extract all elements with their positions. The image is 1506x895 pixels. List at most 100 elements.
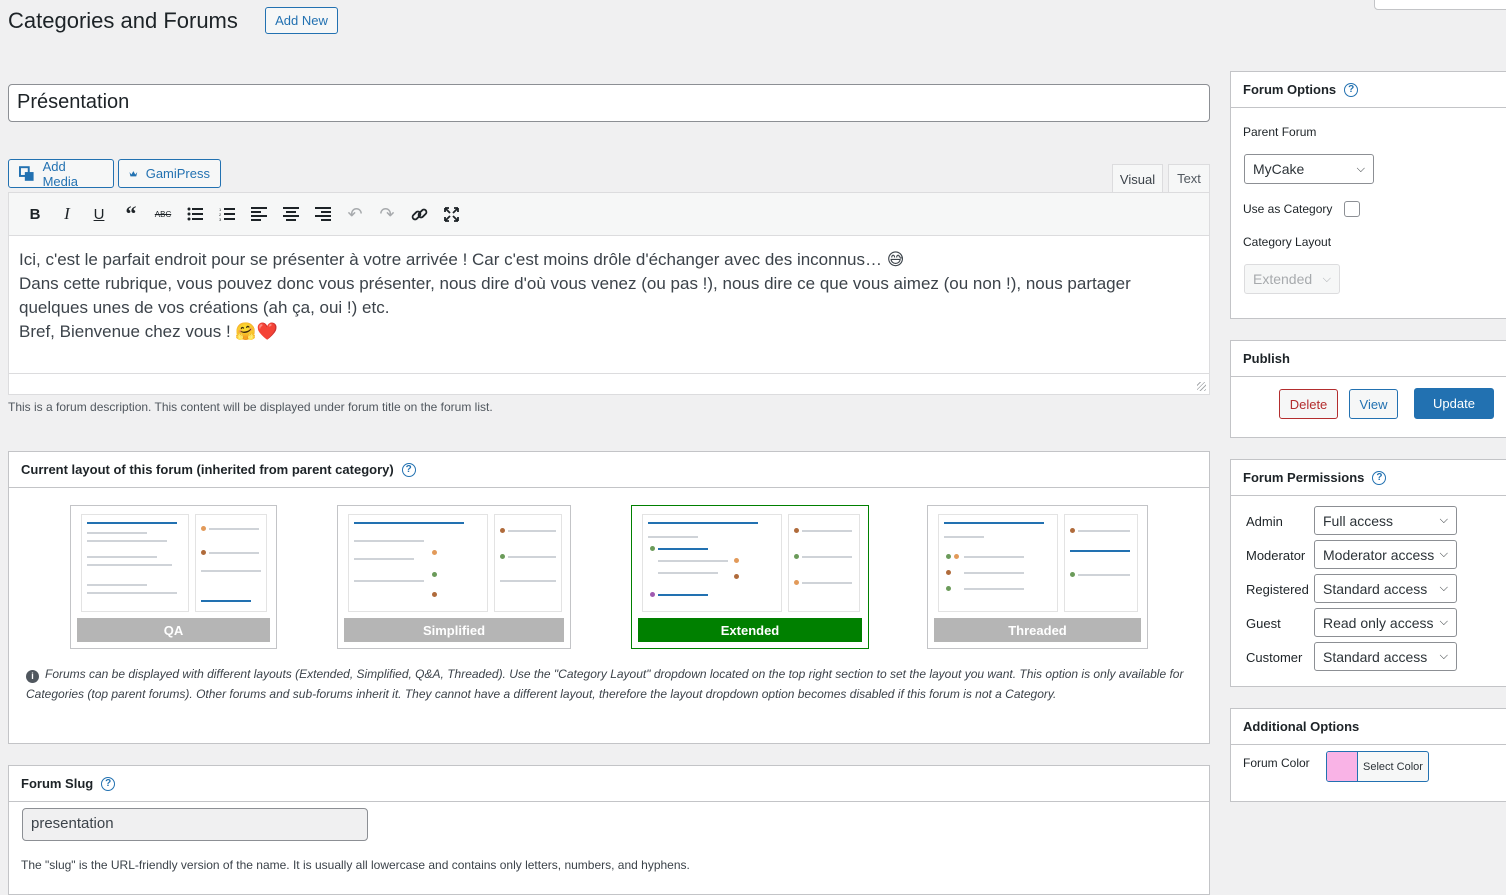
forum-title-input[interactable]: Présentation: [8, 84, 1210, 122]
layout-option-simplified[interactable]: Simplified: [337, 505, 571, 649]
publish-heading: Publish: [1243, 351, 1290, 366]
additional-options-header: Additional Options: [1231, 709, 1506, 745]
permission-select-customer[interactable]: Standard access ⌵: [1314, 642, 1457, 671]
forum-permissions-header: Forum Permissions ?: [1231, 460, 1506, 496]
category-layout-select[interactable]: Extended ⌵: [1244, 264, 1340, 294]
screen-options-button[interactable]: [1374, 0, 1506, 10]
layout-option-qa[interactable]: QA: [70, 505, 277, 649]
underline-icon[interactable]: U: [83, 198, 115, 230]
align-right-icon[interactable]: [307, 198, 339, 230]
chevron-down-icon: ⌵: [1439, 548, 1448, 560]
permission-select-guest[interactable]: Read only access ⌵: [1314, 608, 1457, 637]
layout-label: QA: [77, 618, 270, 642]
chevron-down-icon: ⌵: [1356, 162, 1365, 175]
slug-input[interactable]: presentation: [22, 808, 368, 841]
layout-panel-header: Current layout of this forum (inherited …: [9, 452, 1209, 488]
forum-description-help: This is a forum description. This conten…: [8, 400, 493, 414]
add-media-button[interactable]: Add Media: [8, 159, 114, 189]
additional-options-heading: Additional Options: [1243, 719, 1360, 734]
layout-option-extended[interactable]: Extended: [631, 505, 869, 649]
select-color-button[interactable]: Select Color: [1326, 751, 1429, 782]
use-as-category-label: Use as Category: [1243, 202, 1333, 216]
chevron-down-icon: ⌵: [1439, 616, 1448, 628]
permission-select-moderator[interactable]: Moderator access ⌵: [1314, 540, 1457, 569]
align-left-icon[interactable]: [243, 198, 275, 230]
forum-options-heading: Forum Options: [1243, 82, 1337, 97]
category-layout-label: Category Layout: [1243, 235, 1332, 249]
layout-thumbnail: [77, 510, 270, 618]
slug-panel: Forum Slug ? presentation The "slug" is …: [8, 765, 1210, 895]
slug-help: The "slug" is the URL-friendly version o…: [21, 858, 690, 872]
layout-heading: Current layout of this forum (inherited …: [21, 462, 394, 477]
svg-text:3: 3: [219, 217, 222, 221]
forum-color-label: Forum Color: [1243, 756, 1310, 770]
editor: B I U “ ABC 123 ↶ ↷ Ici, c'est le parfai…: [8, 192, 1210, 395]
help-icon[interactable]: ?: [101, 776, 116, 791]
layout-thumbnail: [638, 510, 862, 618]
crown-icon: [129, 170, 138, 176]
align-center-icon[interactable]: [275, 198, 307, 230]
layout-label: Extended: [638, 618, 862, 642]
undo-icon[interactable]: ↶: [339, 198, 371, 230]
parent-forum-label: Parent Forum: [1243, 125, 1317, 139]
help-icon[interactable]: ?: [401, 462, 416, 477]
permission-role-label: Guest: [1246, 616, 1281, 631]
permission-select-registered[interactable]: Standard access ⌵: [1314, 574, 1457, 603]
media-icon: [19, 165, 34, 181]
tab-text[interactable]: Text: [1168, 164, 1210, 193]
layout-thumbnail: [934, 510, 1141, 618]
layout-info-text: Forums can be displayed with different l…: [26, 667, 1184, 701]
add-new-button[interactable]: Add New: [265, 7, 338, 34]
editor-toolbar: B I U “ ABC 123 ↶ ↷: [9, 193, 1209, 236]
chevron-down-icon: ⌵: [1439, 514, 1448, 526]
help-icon[interactable]: ?: [1344, 82, 1359, 97]
layout-thumbnail: [344, 510, 564, 618]
use-as-category-checkbox[interactable]: [1344, 201, 1360, 217]
permission-role-label: Registered: [1246, 582, 1309, 597]
layout-option-threaded[interactable]: Threaded: [927, 505, 1148, 649]
redo-icon[interactable]: ↷: [371, 198, 403, 230]
forum-options-panel: Forum Options ? Parent Forum MyCake ⌵ Us…: [1230, 71, 1506, 319]
permission-value: Full access: [1323, 512, 1394, 529]
forum-permissions-panel: Forum Permissions ? Admin Full access ⌵ …: [1230, 459, 1506, 687]
editor-paragraph: Bref, Bienvenue chez vous ! 🤗❤️: [19, 322, 278, 341]
slug-panel-header: Forum Slug ?: [9, 766, 1209, 802]
italic-icon[interactable]: I: [51, 198, 83, 230]
link-icon[interactable]: [403, 198, 435, 230]
category-layout-value: Extended: [1253, 271, 1313, 287]
editor-paragraph: Ici, c'est le parfait endroit pour se pr…: [19, 250, 905, 269]
delete-button[interactable]: Delete: [1279, 389, 1338, 419]
forum-options-header: Forum Options ?: [1231, 72, 1506, 108]
help-icon[interactable]: ?: [1372, 470, 1387, 485]
editor-content[interactable]: Ici, c'est le parfait endroit pour se pr…: [19, 248, 1189, 344]
gamipress-button[interactable]: GamiPress: [118, 159, 221, 188]
fullscreen-icon[interactable]: [435, 198, 467, 230]
strikethrough-icon[interactable]: ABC: [147, 198, 179, 230]
resize-handle-icon[interactable]: [1197, 382, 1206, 391]
blockquote-icon[interactable]: “: [115, 198, 147, 230]
parent-forum-value: MyCake: [1253, 161, 1305, 177]
tab-visual[interactable]: Visual: [1112, 164, 1163, 193]
permission-select-admin[interactable]: Full access ⌵: [1314, 506, 1457, 535]
bold-icon[interactable]: B: [19, 198, 51, 230]
layout-label: Threaded: [934, 618, 1141, 642]
permission-value: Moderator access: [1323, 546, 1435, 563]
parent-forum-select[interactable]: MyCake ⌵: [1244, 154, 1374, 184]
layout-panel: Current layout of this forum (inherited …: [8, 451, 1210, 744]
update-button[interactable]: Update: [1414, 388, 1494, 419]
permission-role-label: Admin: [1246, 514, 1283, 529]
additional-options-panel: Additional Options Forum Color Select Co…: [1230, 708, 1506, 802]
view-button[interactable]: View: [1349, 389, 1398, 419]
editor-paragraph: Dans cette rubrique, vous pouvez donc vo…: [19, 274, 1131, 317]
gamipress-label: GamiPress: [145, 166, 210, 181]
publish-header: Publish: [1231, 341, 1506, 377]
publish-panel: Publish Delete View Update: [1230, 340, 1506, 438]
numbered-list-icon[interactable]: 123: [211, 198, 243, 230]
info-icon: i: [26, 670, 39, 684]
permission-value: Standard access: [1323, 648, 1428, 665]
page-title: Categories and Forums: [8, 8, 238, 33]
permission-value: Standard access: [1323, 580, 1428, 597]
chevron-down-icon: ⌵: [1439, 650, 1448, 662]
permission-role-label: Moderator: [1246, 548, 1306, 563]
bullet-list-icon[interactable]: [179, 198, 211, 230]
